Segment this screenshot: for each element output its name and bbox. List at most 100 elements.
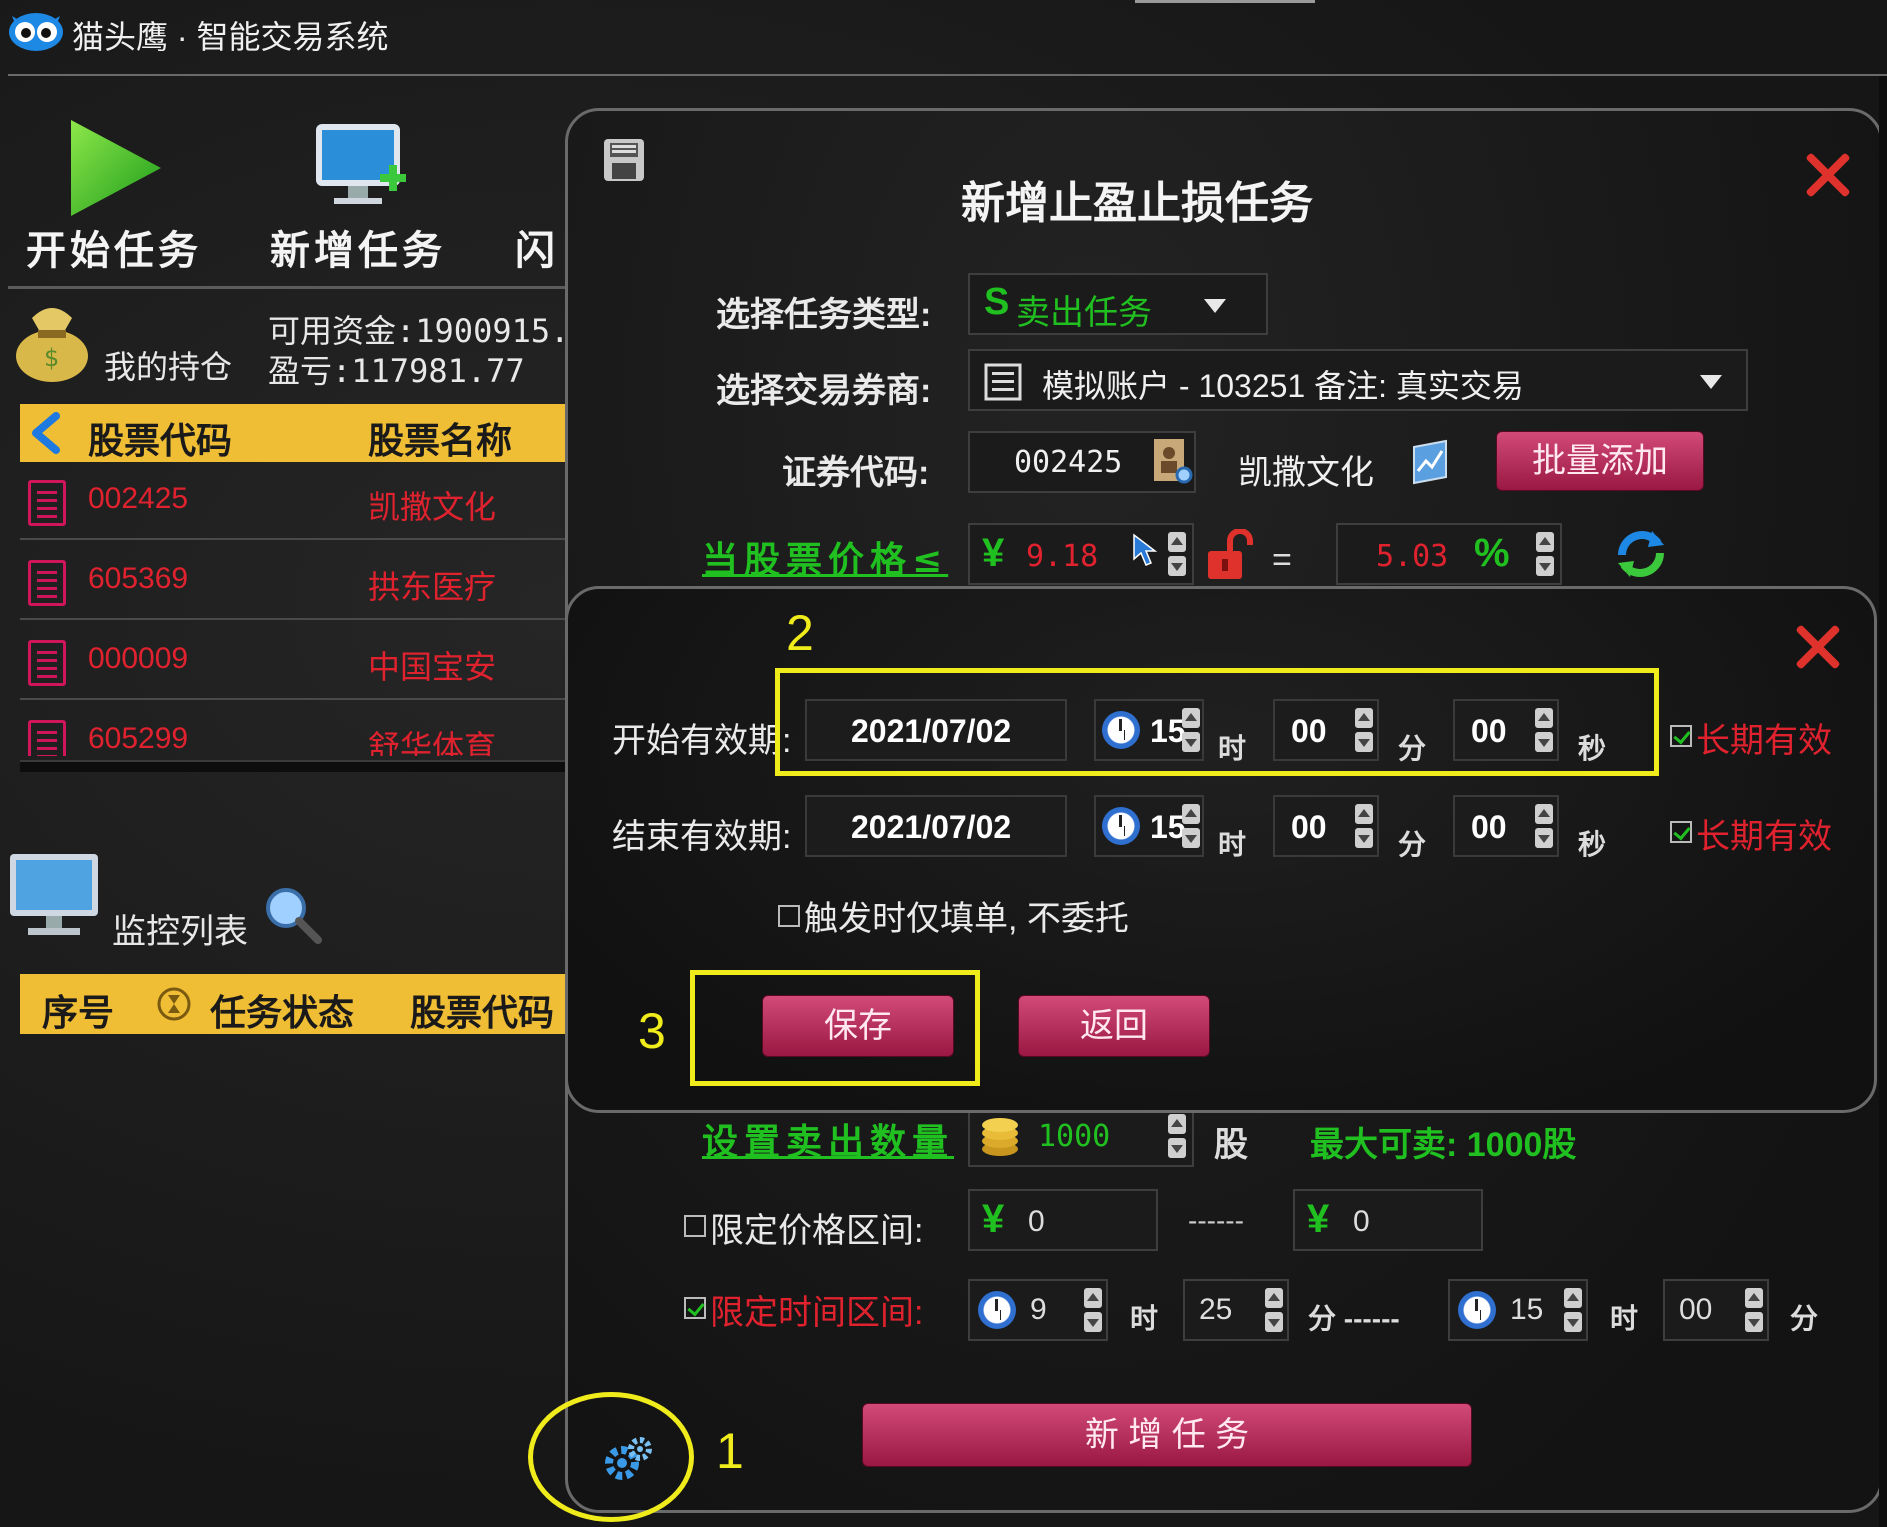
add-task-submit-button[interactable]: 新 增 任 务 <box>862 1403 1472 1467</box>
profit-loss: 盈亏:117981.77 <box>268 352 525 390</box>
hour-stepper[interactable] <box>1562 1285 1584 1335</box>
price-range-checkbox[interactable] <box>684 1215 706 1237</box>
task-type-select[interactable]: S 卖出任务 <box>968 273 1268 335</box>
document-icon <box>28 480 66 526</box>
sell-quantity-label: 设置卖出数量 <box>702 1121 955 1163</box>
clock-icon <box>978 1291 1016 1329</box>
yen-icon: ¥ <box>982 1197 1005 1241</box>
start-long-term-label: 长期有效 <box>1696 722 1832 760</box>
stock-code: 605369 <box>88 562 189 595</box>
price-range-min: 0 <box>1028 1205 1045 1238</box>
table-row[interactable]: 002425 凯撒文化 <box>20 462 568 540</box>
minute-stepper[interactable] <box>1263 1285 1285 1335</box>
coins-icon <box>982 1118 1018 1156</box>
chevron-down-icon <box>1204 299 1226 313</box>
yen-icon: ¥ <box>1307 1197 1330 1241</box>
start-validity-label: 开始有效期: <box>612 722 792 760</box>
quantity-input[interactable]: 1000 <box>968 1105 1194 1167</box>
col-index[interactable]: 序号 <box>42 984 114 1036</box>
close-icon[interactable] <box>1804 151 1852 199</box>
col-stock-name[interactable]: 股票名称 <box>368 412 512 464</box>
annotation-step-3: 3 <box>638 1003 666 1059</box>
contacts-search-icon[interactable] <box>1150 437 1196 487</box>
end-date-input[interactable]: 2021/07/02 <box>805 795 1067 857</box>
price-range-min-input[interactable]: ¥ 0 <box>968 1189 1158 1251</box>
time-start-minute-value: 25 <box>1199 1293 1233 1326</box>
start-task-button[interactable]: 开始任务 <box>20 110 220 274</box>
col-stock-code[interactable]: 股票代码 <box>88 412 232 464</box>
annotation-step-1: 1 <box>716 1423 744 1479</box>
end-hour-input[interactable]: 15 <box>1094 795 1204 857</box>
task-type-label: 选择任务类型: <box>716 296 932 334</box>
back-button[interactable]: 返回 <box>1018 995 1210 1057</box>
table-row[interactable]: 605299 舒华体育 <box>20 702 568 756</box>
hour-stepper[interactable] <box>1180 801 1202 851</box>
hour-stepper[interactable] <box>1082 1285 1104 1335</box>
task-type-value: 卖出任务 <box>1016 294 1152 332</box>
start-long-term-checkbox[interactable] <box>1670 725 1692 747</box>
stock-name: 舒华体育 <box>368 729 497 756</box>
right-edge-strip <box>1879 76 1887 1527</box>
stock-name: 拱东医疗 <box>368 569 497 605</box>
time-range-checkbox[interactable] <box>684 1297 706 1319</box>
price-range-label: 限定价格区间: <box>710 1212 924 1250</box>
refresh-icon[interactable] <box>1612 525 1670 583</box>
price-input[interactable]: ¥ 9.18 <box>968 523 1194 585</box>
code-label: 证券代码: <box>782 454 930 492</box>
col-stock-code[interactable]: 股票代码 <box>410 984 568 1036</box>
hourglass-icon <box>157 987 191 1021</box>
highlight-box-save <box>690 970 980 1086</box>
highlight-circle-settings <box>528 1392 694 1522</box>
table-row[interactable]: 605369 拱东医疗 <box>20 542 568 620</box>
time-start-hour[interactable]: 9 <box>968 1279 1108 1341</box>
col-task-status[interactable]: 任务状态 <box>210 984 354 1036</box>
clock-icon <box>1458 1291 1496 1329</box>
price-stepper[interactable] <box>1166 529 1188 579</box>
add-task-button[interactable]: 新增任务 <box>262 110 462 274</box>
quantity-stepper[interactable] <box>1166 1111 1188 1161</box>
end-second-input[interactable]: 00 <box>1453 795 1559 857</box>
second-stepper[interactable] <box>1533 801 1555 851</box>
flash-task-label[interactable]: 闪 <box>515 218 559 276</box>
title-divider <box>8 74 1887 76</box>
highlight-box-start-validity <box>775 668 1659 776</box>
end-long-term-checkbox[interactable] <box>1670 821 1692 843</box>
chart-icon[interactable] <box>1410 439 1450 485</box>
percent-stepper[interactable] <box>1534 529 1556 579</box>
fill-only-checkbox[interactable] <box>778 905 800 927</box>
stock-code: 002425 <box>88 482 189 515</box>
percent-value: 5.03 <box>1376 539 1449 574</box>
broker-select[interactable]: 模拟账户 - 103251 备注: 真实交易 <box>968 349 1748 411</box>
percent-icon: % <box>1474 531 1510 575</box>
hour-unit: 时 <box>1130 1303 1159 1334</box>
time-end-minute-value: 00 <box>1679 1293 1713 1326</box>
yen-icon: ¥ <box>982 531 1005 575</box>
price-range-max-input[interactable]: ¥ 0 <box>1293 1189 1483 1251</box>
save-disk-icon[interactable] <box>602 137 646 183</box>
chevron-left-icon[interactable] <box>26 412 62 454</box>
close-icon[interactable] <box>1794 623 1842 671</box>
add-task-label: 新增任务 <box>270 227 446 274</box>
unlock-icon[interactable] <box>1204 529 1254 581</box>
monitor-add-icon <box>316 124 406 204</box>
clock-icon <box>1102 807 1140 845</box>
end-minute-input[interactable]: 00 <box>1273 795 1379 857</box>
end-validity-label: 结束有效期: <box>612 818 792 856</box>
cursor-pick-icon[interactable] <box>1130 533 1160 569</box>
minute-stepper[interactable] <box>1743 1285 1765 1335</box>
percent-input[interactable]: 5.03 % <box>1336 523 1562 585</box>
search-icon[interactable] <box>262 884 324 946</box>
title-bar: 猫头鹰 · 智能交易系统 <box>0 0 1887 76</box>
holdings-scrollbar[interactable] <box>20 760 568 772</box>
time-end-minute[interactable]: 00 <box>1663 1279 1769 1341</box>
equals-sign: = <box>1272 541 1292 579</box>
time-start-minute[interactable]: 25 <box>1183 1279 1289 1341</box>
minute-stepper[interactable] <box>1353 801 1375 851</box>
table-row[interactable]: 000009 中国宝安 <box>20 622 568 700</box>
end-second-value: 00 <box>1471 809 1507 845</box>
batch-add-button[interactable]: 批量添加 <box>1496 431 1704 491</box>
money-bag-icon: $ <box>16 308 88 382</box>
computer-icon <box>10 854 98 935</box>
time-end-hour[interactable]: 15 <box>1448 1279 1588 1341</box>
hour-unit: 时 <box>1218 829 1247 860</box>
